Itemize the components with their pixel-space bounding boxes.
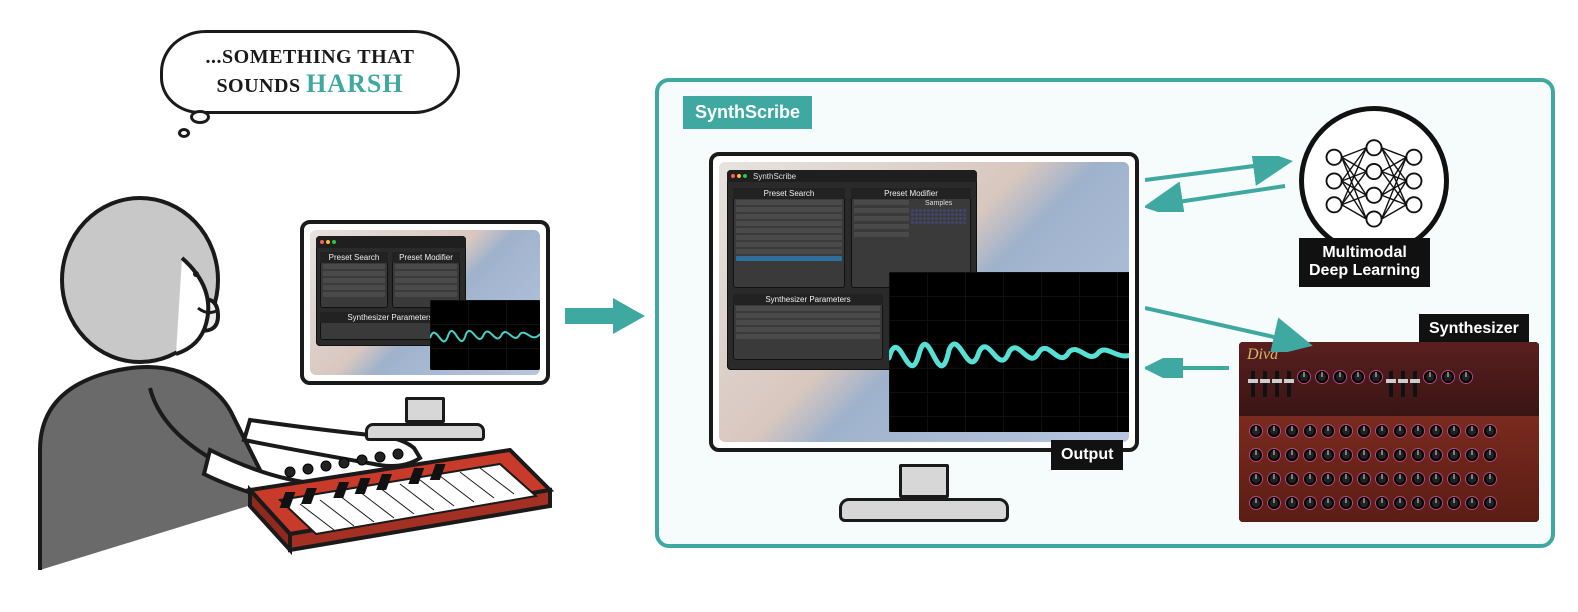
arrow-from-synth	[1145, 358, 1235, 378]
user-monitor: Preset Search Preset Modifier Synthesize…	[300, 220, 550, 385]
panel-title: Preset Search	[733, 188, 845, 199]
system-monitor-screen: SynthScribe Preset Search Preset Modifie…	[719, 162, 1129, 442]
traffic-light-max-icon	[743, 174, 747, 178]
traffic-light-close-icon	[731, 174, 735, 178]
arrow-from-nn	[1145, 182, 1295, 212]
panel-title: Preset Modifier	[851, 188, 971, 199]
waveform-icon	[889, 272, 1129, 432]
thought-dot-icon	[190, 110, 210, 124]
system-panel: SynthScribe SynthScribe Preset Search	[655, 78, 1555, 548]
arrow-to-synth	[1145, 302, 1315, 352]
panel-title: Synthesizer Parameters	[733, 294, 883, 305]
app-titlebar: SynthScribe	[727, 170, 977, 182]
traffic-light-min-icon	[737, 174, 741, 178]
thought-bubble: ...SOMETHING THAT SOUNDS HARSH	[160, 30, 460, 140]
neural-net-icon	[1317, 124, 1431, 238]
synth-label: Synthesizer	[1419, 314, 1529, 344]
app-title: SynthScribe	[753, 172, 796, 181]
thought-accent: HARSH	[306, 69, 403, 98]
ml-label: Multimodal Deep Learning	[1299, 238, 1430, 287]
user-monitor-screen: Preset Search Preset Modifier Synthesize…	[310, 230, 540, 375]
output-label: Output	[1051, 440, 1123, 470]
neural-net-node	[1299, 106, 1449, 256]
panel-body	[736, 200, 842, 285]
thought-dot-icon	[178, 128, 190, 138]
ml-label-line1: Multimodal	[1322, 244, 1406, 261]
user-scene: Preset Search Preset Modifier Synthesize…	[0, 150, 550, 570]
panel-title: Preset Search	[320, 252, 388, 263]
panel-preset-search: Preset Search	[733, 188, 845, 288]
panel-body	[736, 306, 880, 357]
oscilloscope-output	[889, 272, 1129, 432]
synth-plugin: Diva	[1239, 342, 1539, 522]
thought-bubble-body: ...SOMETHING THAT SOUNDS HARSH	[160, 30, 460, 114]
diagram-root: ...SOMETHING THAT SOUNDS HARSH	[0, 0, 1578, 612]
panel-synth-params: Synthesizer Parameters	[733, 294, 883, 360]
system-title: SynthScribe	[683, 96, 812, 129]
system-monitor: SynthScribe Preset Search Preset Modifie…	[709, 152, 1139, 452]
thought-line1: ...SOMETHING THAT	[206, 46, 415, 68]
panel-title: Preset Modifier	[392, 252, 460, 263]
thought-text: ...SOMETHING THAT SOUNDS HARSH	[206, 46, 415, 99]
flow-arrow-main	[565, 296, 645, 341]
ml-label-line2: Deep Learning	[1309, 262, 1420, 279]
panel-subtitle: Samples	[911, 200, 966, 207]
oscilloscope-small	[430, 300, 540, 370]
thought-line2-prefix: SOUNDS	[216, 75, 300, 97]
